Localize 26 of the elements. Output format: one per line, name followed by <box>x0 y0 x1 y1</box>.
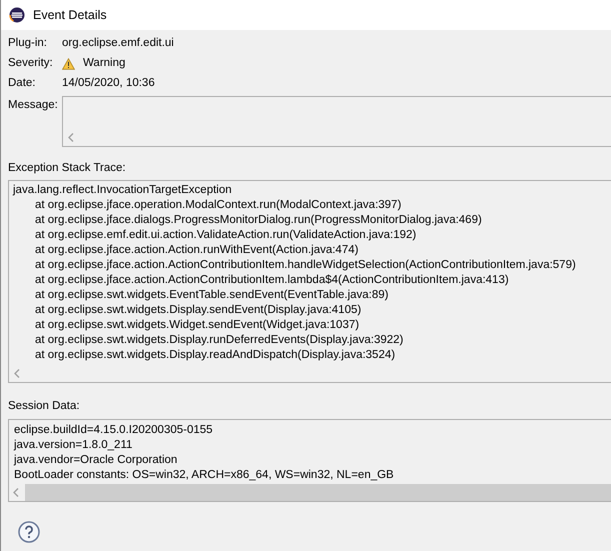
field-label: Date: <box>8 76 36 92</box>
stack-trace-line: at org.eclipse.swt.widgets.EventTable.sendEvent(EventTable.java:89) <box>34 288 389 304</box>
window-title: Event Details <box>33 6 107 24</box>
stack-trace-line: at org.eclipse.jface.action.Action.runWithEvent(Action.java:474) <box>34 243 358 258</box>
stack-trace-line: at org.eclipse.swt.widgets.Widget.sendEvent(Widget.java:1037) <box>34 318 360 334</box>
field-label: Severity: <box>8 56 54 72</box>
session-data-line: java.version=1.8.0_211 <box>14 438 132 452</box>
stack-trace-line: java.lang.reflect.InvocationTargetException <box>13 183 232 198</box>
stack-trace-line: at org.eclipse.swt.widgets.Display.sendEvent(Display.java:4105) <box>34 303 362 318</box>
field-value: org.eclipse.emf.edit.ui <box>62 36 174 52</box>
stack-trace-line: at org.eclipse.jface.action.ActionContributionItem.lambda$4(ActionContributionItem.java:413) <box>34 273 509 288</box>
session-data-line: eclipse.buildId=4.15.0.I20200305-0155 <box>14 422 213 438</box>
severity-value: Warning <box>83 56 126 72</box>
session-data-line: BootLoader constants: OS=win32, ARCH=x86_64, WS=win32, NL=en_GB <box>14 468 394 482</box>
field-label: Plug-in: <box>8 36 48 52</box>
stack-trace-line: at org.eclipse.emf.edit.ui.action.ValidateAction.run(ValidateAction.java:192) <box>34 228 416 244</box>
section-label: Session Data: <box>8 399 81 414</box>
stack-trace-line: at org.eclipse.jface.dialogs.ProgressMonitorDialog.run(ProgressMonitorDialog.java:469) <box>34 213 482 228</box>
field-label: Message: <box>8 98 59 113</box>
stack-trace-line: at org.eclipse.jface.operation.ModalContext.run(ModalContext.java:397) <box>34 198 402 214</box>
section-label: Exception Stack Trace: <box>8 161 127 176</box>
field-value: 14/05/2020, 10:36 <box>62 76 155 92</box>
session-data-line: java.vendor=Oracle Corporation <box>14 452 178 468</box>
stack-trace-line: at org.eclipse.swt.widgets.Display.readAndDispatch(Display.java:3524) <box>34 348 396 364</box>
stack-trace-line: at org.eclipse.swt.widgets.Display.runDeferredEvents(Display.java:3922) <box>34 333 404 348</box>
stack-trace-line: at org.eclipse.jface.action.ActionContributionItem.handleWidgetSelection(ActionContributionItem.java:579) <box>34 258 576 274</box>
